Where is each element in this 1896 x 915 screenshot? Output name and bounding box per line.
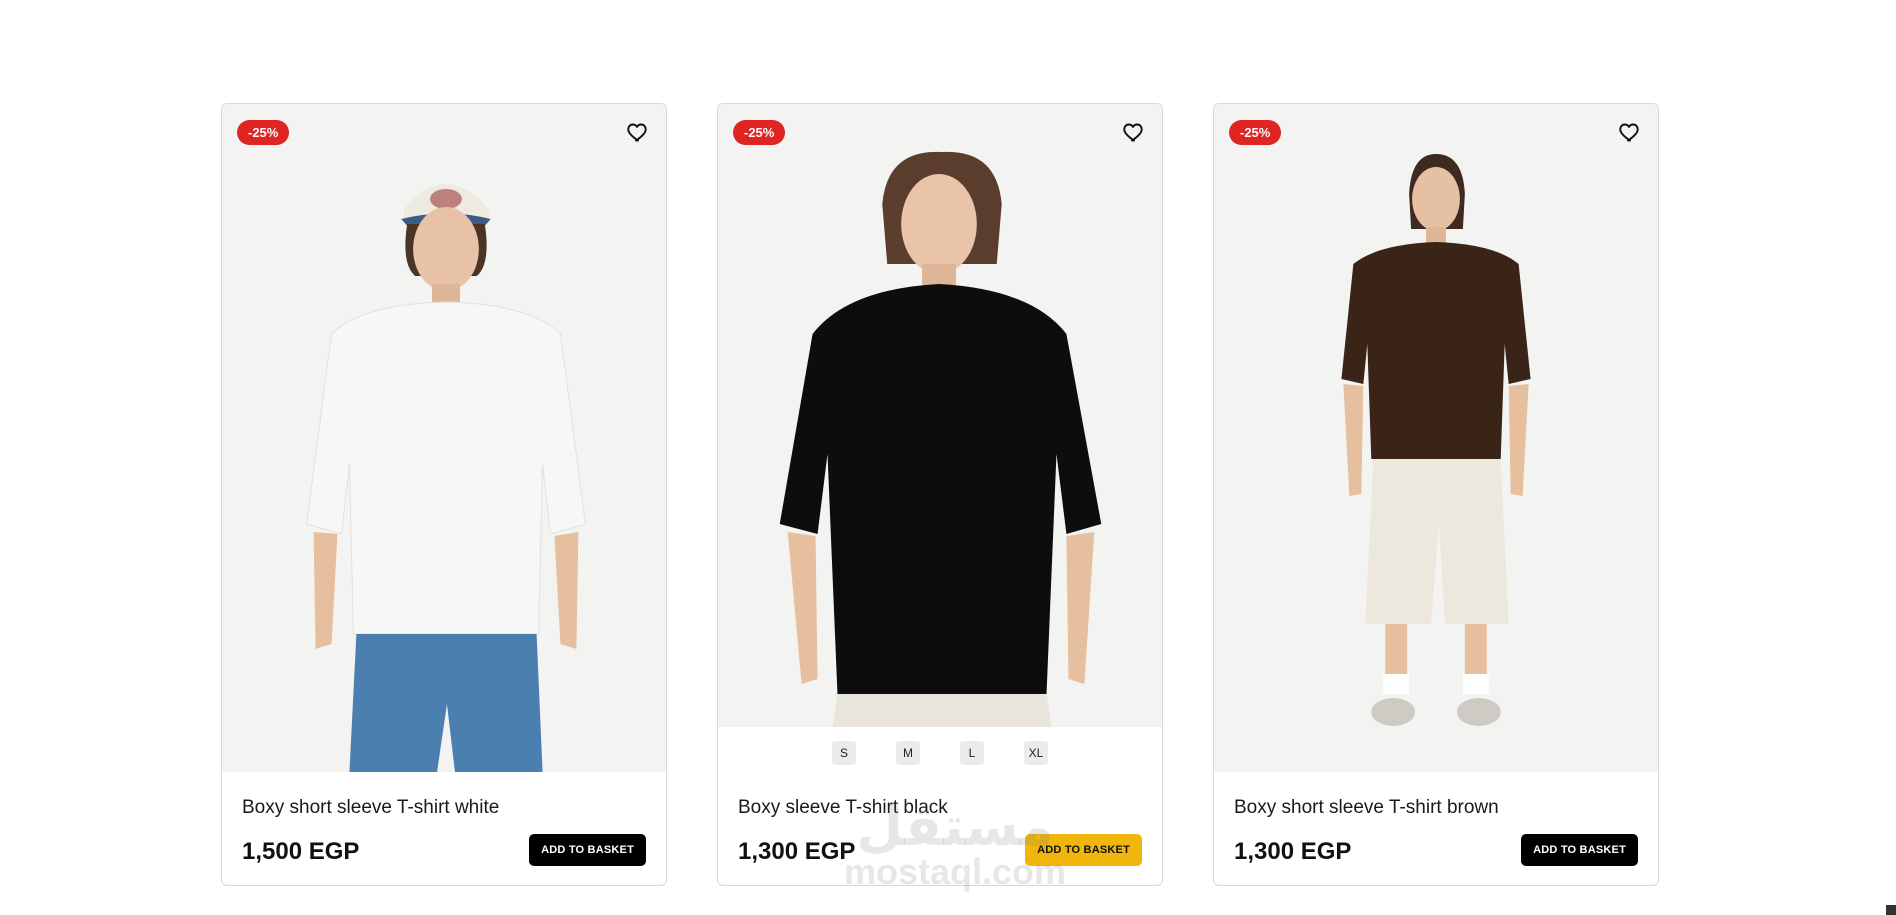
add-to-basket-button[interactable]: ADD TO BASKET [1025, 834, 1142, 866]
product-name[interactable]: Boxy short sleeve T-shirt white [242, 797, 499, 819]
discount-badge: -25% [1229, 120, 1282, 145]
product-name[interactable]: Boxy sleeve T-shirt black [738, 797, 948, 819]
product-image[interactable]: -25% [222, 104, 666, 772]
product-card-brown[interactable]: -25% Boxy short sleeve T-shirt brown 1,3… [1213, 103, 1659, 886]
corner-indicator [1886, 905, 1896, 915]
product-card-black[interactable]: -25% S M L XL Boxy sleeve T-shirt black … [717, 103, 1163, 886]
discount-badge: -25% [733, 120, 786, 145]
add-to-basket-button[interactable]: ADD TO BASKET [529, 834, 646, 866]
product-image[interactable]: -25% [1214, 104, 1658, 772]
heart-icon[interactable] [1122, 120, 1146, 144]
product-card-white[interactable]: -25% Boxy short sleeve T-shirt white 1,5… [221, 103, 667, 886]
product-price: 1,300 EGP [1234, 838, 1352, 865]
size-option-s[interactable]: S [832, 741, 856, 765]
model-photo [779, 151, 1102, 727]
heart-icon[interactable] [626, 120, 650, 144]
size-options: S M L XL [718, 741, 1162, 765]
product-price: 1,500 EGP [242, 838, 360, 865]
heart-icon[interactable] [1618, 120, 1642, 144]
model-photo [306, 184, 586, 772]
model-photo [1341, 154, 1531, 726]
product-image[interactable]: -25% [718, 104, 1162, 727]
size-option-l[interactable]: L [960, 741, 984, 765]
product-grid: -25% Boxy short sleeve T-shirt white 1,5… [221, 103, 1659, 886]
product-name[interactable]: Boxy short sleeve T-shirt brown [1234, 797, 1499, 819]
add-to-basket-button[interactable]: ADD TO BASKET [1521, 834, 1638, 866]
size-option-m[interactable]: M [896, 741, 920, 765]
product-price: 1,300 EGP [738, 838, 856, 865]
size-option-xl[interactable]: XL [1024, 741, 1048, 765]
discount-badge: -25% [237, 120, 290, 145]
